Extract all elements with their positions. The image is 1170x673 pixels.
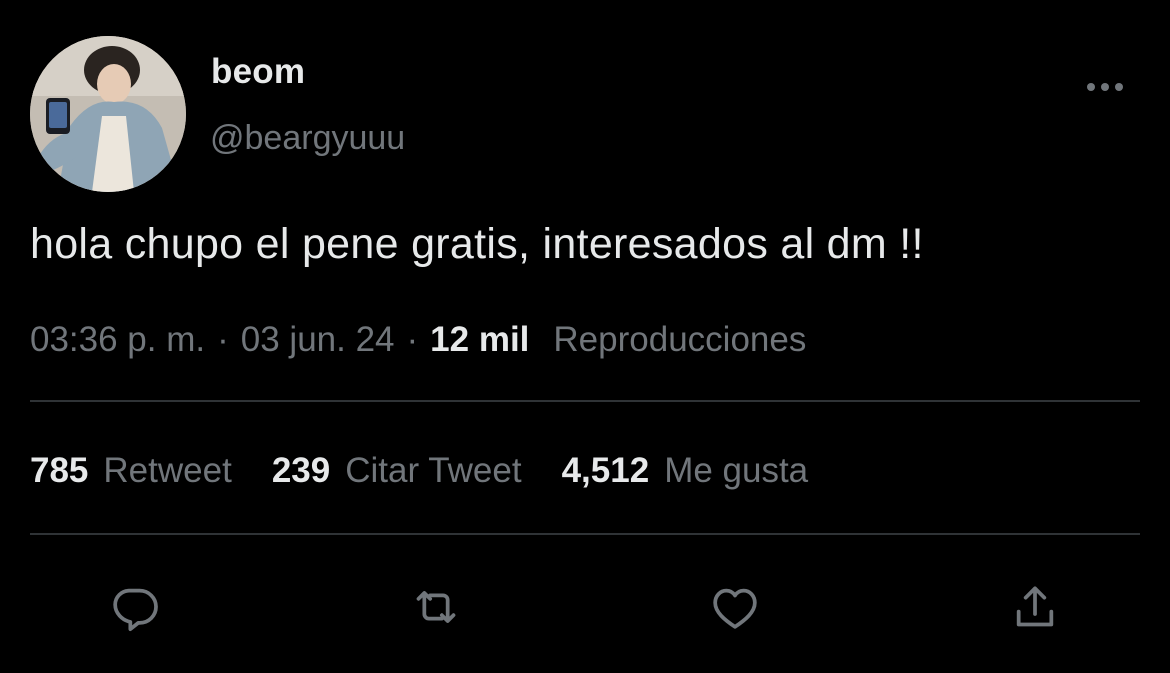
tweet-time[interactable]: 03:36 p. m. [30, 320, 205, 360]
more-options-button[interactable] [1082, 70, 1128, 104]
avatar[interactable] [30, 36, 186, 192]
likes-label: Me gusta [664, 451, 809, 490]
quotes-stat[interactable]: 239 Citar Tweet [272, 451, 522, 491]
retweet-button[interactable] [404, 575, 468, 639]
retweets-stat[interactable]: 785 Retweet [30, 451, 232, 491]
views-label[interactable]: Reproducciones [553, 320, 806, 360]
separator-dot: · [406, 320, 419, 359]
tweet-date[interactable]: 03 jun. 24 [241, 320, 395, 360]
retweets-label: Retweet [103, 451, 232, 490]
retweets-count: 785 [30, 451, 89, 490]
tweet-action-bar [0, 575, 1170, 639]
quotes-count: 239 [271, 451, 331, 490]
heart-icon [713, 588, 757, 629]
divider [30, 400, 1140, 402]
reply-icon [113, 588, 158, 632]
quotes-label: Citar Tweet [345, 451, 522, 490]
retweet-icon [416, 591, 456, 623]
likes-count: 4,512 [561, 451, 650, 490]
more-horizontal-icon [1087, 83, 1123, 91]
avatar-photo [30, 36, 186, 192]
engagement-stats: 785 Retweet 239 Citar Tweet 4,512 Me gus… [30, 451, 848, 491]
tweet-text: hola chupo el pene gratis, interesados a… [30, 220, 924, 268]
reply-button[interactable] [103, 575, 167, 639]
display-name[interactable]: beom [211, 52, 305, 92]
username-handle[interactable]: @beargyuuu [210, 119, 405, 158]
share-icon [1016, 586, 1054, 627]
divider [30, 533, 1140, 535]
tweet-metadata: 03:36 p. m. · 03 jun. 24 · 12 mil Reprod… [30, 320, 806, 360]
tweet-detail: beom @beargyuuu hola chupo el pene grati… [0, 0, 1170, 673]
share-button[interactable] [1003, 575, 1067, 639]
views-count[interactable]: 12 mil [430, 320, 529, 360]
likes-stat[interactable]: 4,512 Me gusta [562, 451, 809, 491]
separator-dot: · [217, 320, 229, 359]
like-button[interactable] [703, 575, 767, 639]
